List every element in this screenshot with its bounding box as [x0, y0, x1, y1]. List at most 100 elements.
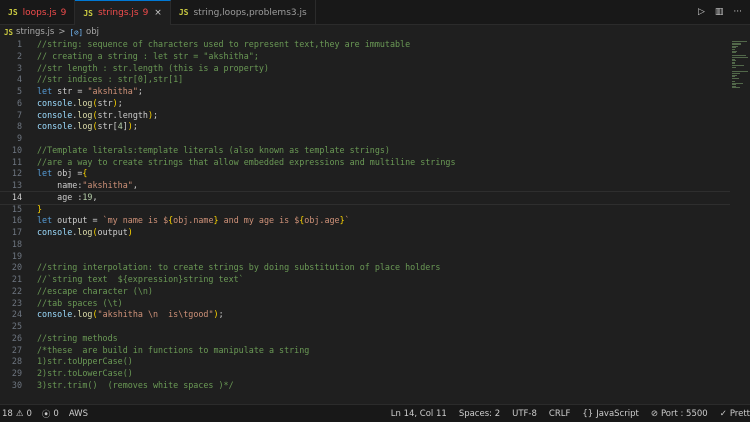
- encoding[interactable]: UTF-8: [512, 409, 537, 419]
- code-line[interactable]: 28 1)str.toUpperCase(): [0, 356, 730, 368]
- code-line[interactable]: 30 3)str.trim() (removes white spaces )*/: [0, 380, 730, 392]
- code-line[interactable]: 11 //are a way to create strings that all…: [0, 157, 730, 169]
- code-line[interactable]: 21 //`string text ${expression}string tex…: [0, 274, 730, 286]
- problems-indicator[interactable]: 18 ⚠ 0: [2, 409, 32, 419]
- line-number: 8: [16, 121, 22, 132]
- language-mode[interactable]: {} JavaScript: [582, 409, 638, 419]
- line-number: 14: [11, 191, 22, 202]
- line-number: 11: [11, 156, 22, 167]
- code-text: /*these are build in functions to manipu…: [37, 344, 310, 355]
- check-icon: ✓: [719, 408, 727, 419]
- port-label: Port : 5500: [660, 408, 708, 419]
- line-number: 3: [16, 62, 22, 73]
- variable-symbol-icon: [⊘]: [69, 27, 84, 37]
- code-text: //are a way to create strings that allow…: [37, 156, 456, 167]
- code-text: let str = "akshitha";: [37, 86, 143, 96]
- code-text: //`string text ${expression}string text`: [37, 274, 244, 284]
- line-number: 9: [16, 133, 22, 143]
- tab-strings-js[interactable]: JS strings.js 9 ×: [75, 0, 171, 25]
- code-text: console.log(output): [37, 227, 133, 237]
- minimap-line: [732, 52, 736, 54]
- editor-actions: ▷ ▥ ···: [698, 0, 750, 24]
- line-number: 13: [11, 180, 22, 190]
- line-number: 18: [11, 238, 22, 249]
- line-number: 17: [11, 227, 22, 237]
- cursor-position[interactable]: Ln 14, Col 11: [391, 409, 447, 419]
- code-text: //str length : str.length (this is a pro…: [37, 62, 269, 73]
- code-line[interactable]: 26 //string methods: [0, 333, 730, 345]
- line-number: 24: [11, 309, 22, 320]
- code-text: //string: sequence of characters used to…: [37, 39, 411, 49]
- line-number: 4: [16, 74, 22, 85]
- ports-indicator[interactable]: ⦿ 0: [42, 408, 59, 420]
- broadcast-icon: ⊘: [650, 408, 658, 419]
- line-number: 20: [11, 262, 22, 273]
- code-text: console.log(str.length);: [37, 109, 159, 120]
- code-line[interactable]: 27 /*these are build in functions to mani…: [0, 345, 730, 357]
- split-editor-icon[interactable]: ▥: [715, 7, 724, 17]
- code-line[interactable]: 22 //escape character (\n): [0, 286, 730, 298]
- line-number: 12: [11, 168, 22, 179]
- tab-label: loops.js: [22, 7, 57, 18]
- code-text: 1)str.toUpperCase(): [37, 356, 133, 367]
- line-number: 1: [16, 39, 22, 49]
- code-line[interactable]: 8 console.log(str[4]);: [0, 121, 730, 133]
- code-line[interactable]: 4 //str indices : str[0],str[1]: [0, 74, 730, 86]
- minimap-line: [732, 77, 740, 79]
- line-number: 21: [11, 274, 22, 284]
- code-line[interactable]: 1 //string: sequence of characters used t…: [0, 39, 730, 51]
- end-of-line[interactable]: CRLF: [549, 409, 570, 419]
- code-line[interactable]: 9: [0, 133, 730, 145]
- minimap-line: [732, 87, 740, 89]
- code-line[interactable]: 16 let output = `my name is ${obj.name} a…: [0, 215, 730, 227]
- prettier-label: Prett: [729, 408, 750, 419]
- code-text: console.log("akshitha \n is\tgood");: [37, 309, 224, 320]
- javascript-file-icon: JS: [4, 27, 14, 37]
- more-actions-icon[interactable]: ···: [733, 7, 742, 17]
- line-number: 6: [16, 97, 22, 108]
- line-number: 25: [11, 321, 22, 331]
- code-text: //string interpolation: to create string…: [37, 262, 441, 273]
- code-line[interactable]: 6 console.log(str);: [0, 98, 730, 110]
- live-server-port[interactable]: ⊘ Port : 5500: [651, 409, 708, 419]
- breadcrumb: JS strings.js > [⊘] obj: [0, 25, 750, 39]
- code-line[interactable]: 15}: [0, 204, 730, 216]
- code-line[interactable]: 18: [0, 239, 730, 251]
- code-line[interactable]: 23 //tab spaces (\t): [0, 298, 730, 310]
- braces-icon: {}: [582, 408, 594, 419]
- code-line[interactable]: 17 console.log(output): [0, 227, 730, 239]
- tab-label: strings.js: [97, 8, 139, 18]
- code-line[interactable]: 13 name:"akshitha",: [0, 180, 730, 192]
- warning-icon: ⚠: [15, 408, 24, 419]
- indentation[interactable]: Spaces: 2: [459, 409, 500, 419]
- code-line[interactable]: 24 console.log("akshitha \n is\tgood");: [0, 309, 730, 321]
- tab-bar: JS loops.js 9 JS strings.js 9 × JS strin…: [0, 0, 750, 25]
- code-line[interactable]: 10 //Template literals:template literals …: [0, 145, 730, 157]
- code-line[interactable]: 25: [0, 321, 730, 333]
- code-line[interactable]: 20 //string interpolation: to create stri…: [0, 262, 730, 274]
- code-line[interactable]: 7 console.log(str.length);: [0, 110, 730, 122]
- line-number: 2: [16, 50, 22, 61]
- breadcrumb-symbol[interactable]: obj: [86, 27, 99, 37]
- close-icon[interactable]: ×: [154, 8, 162, 18]
- code-text: //escape character (\n): [37, 285, 153, 296]
- code-line[interactable]: 14 age :19,: [0, 190, 730, 205]
- tab-loops-js[interactable]: JS loops.js 9: [0, 0, 76, 25]
- breadcrumb-file[interactable]: strings.js: [16, 27, 54, 37]
- code-line[interactable]: 3 //str length : str.length (this is a pr…: [0, 63, 730, 75]
- code-line[interactable]: 2 // creating a string : let str = "akshi…: [0, 51, 730, 63]
- code-text: 2)str.toLowerCase(): [37, 368, 133, 378]
- aws-indicator[interactable]: AWS: [69, 409, 88, 419]
- error-count: 18: [2, 408, 13, 419]
- code-line[interactable]: 19: [0, 251, 730, 263]
- code-editor[interactable]: 1 //string: sequence of characters used t…: [0, 39, 730, 404]
- run-icon[interactable]: ▷: [698, 7, 705, 17]
- code-line[interactable]: 12 let obj ={: [0, 168, 730, 180]
- code-text: //str indices : str[0],str[1]: [37, 74, 184, 85]
- minimap[interactable]: [730, 39, 750, 404]
- prettier-indicator[interactable]: ✓ Prett: [720, 409, 750, 419]
- code-line[interactable]: 5 let str = "akshitha";: [0, 86, 730, 98]
- tab-string-loops-problems3-js[interactable]: JS string,loops,problems3.js: [171, 0, 316, 25]
- code-line[interactable]: 29 2)str.toLowerCase(): [0, 368, 730, 380]
